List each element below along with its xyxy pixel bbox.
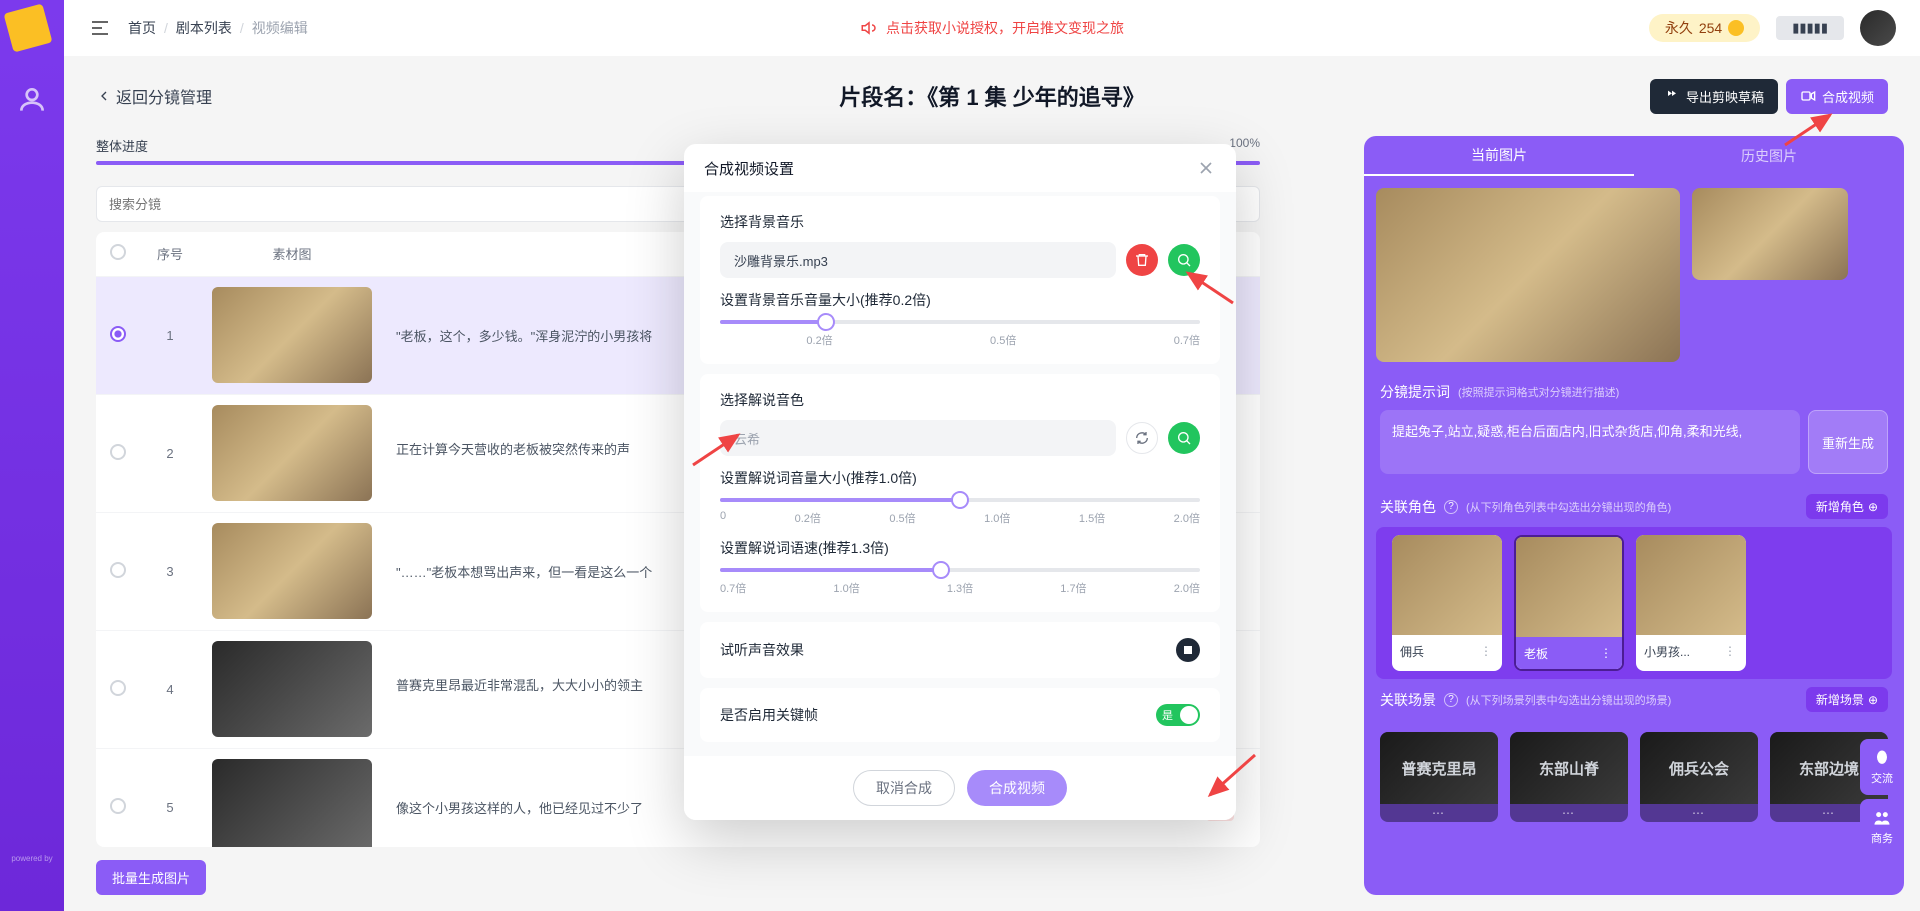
voice-speed-slider[interactable]	[720, 568, 1200, 572]
tick-label: 0.2倍	[806, 332, 832, 348]
tick-label: 0.5倍	[889, 510, 915, 526]
voice-refresh-button[interactable]	[1126, 422, 1158, 454]
voice-label: 选择解说音色	[720, 390, 1200, 410]
preview-stop-button[interactable]	[1176, 638, 1200, 662]
tick-label: 0.7倍	[1174, 332, 1200, 348]
voice-volume-slider[interactable]	[720, 498, 1200, 502]
bgm-file-input[interactable]	[720, 242, 1116, 278]
preview-label: 试听声音效果	[720, 640, 804, 660]
keyframe-toggle[interactable]: 是	[1156, 704, 1200, 726]
tick-label: 0	[720, 510, 726, 526]
voice-settings-card: 选择解说音色 设置解说词音量大小(推荐1.0倍) 0 0.2倍 0.5倍 1.0…	[700, 374, 1220, 612]
voice-select-input[interactable]	[720, 420, 1116, 456]
tick-label: 0.5倍	[990, 332, 1016, 348]
voice-volume-label: 设置解说词音量大小(推荐1.0倍)	[720, 468, 1200, 488]
bgm-delete-button[interactable]	[1126, 244, 1158, 276]
bgm-volume-label: 设置背景音乐音量大小(推荐0.2倍)	[720, 290, 1200, 310]
tick-label: 1.7倍	[1060, 580, 1086, 596]
synthesize-settings-modal: 合成视频设置 选择背景音乐 设置背景音乐音量大小(推荐0.2倍)	[684, 144, 1236, 820]
tick-label: 2.0倍	[1174, 510, 1200, 526]
search-icon	[1176, 252, 1192, 268]
tick-label: 1.0倍	[984, 510, 1010, 526]
keyframe-card: 是否启用关键帧 是	[700, 688, 1220, 742]
tick-label: 0.2倍	[795, 510, 821, 526]
modal-title: 合成视频设置	[704, 158, 794, 179]
tick-label: 0.7倍	[720, 580, 746, 596]
search-icon	[1176, 430, 1192, 446]
voice-search-button[interactable]	[1168, 422, 1200, 454]
confirm-synthesize-button[interactable]: 合成视频	[967, 770, 1067, 806]
preview-card: 试听声音效果	[700, 622, 1220, 678]
tick-label: 1.3倍	[947, 580, 973, 596]
bgm-label: 选择背景音乐	[720, 212, 1200, 232]
modal-close-button[interactable]	[1196, 158, 1216, 178]
bgm-settings-card: 选择背景音乐 设置背景音乐音量大小(推荐0.2倍) 0.2倍 0.5倍 0.7倍	[700, 196, 1220, 364]
keyframe-label: 是否启用关键帧	[720, 705, 818, 725]
bgm-search-button[interactable]	[1168, 244, 1200, 276]
refresh-icon	[1134, 430, 1150, 446]
bgm-volume-slider[interactable]	[720, 320, 1200, 324]
trash-icon	[1134, 252, 1150, 268]
tick-label: 2.0倍	[1174, 580, 1200, 596]
tick-label: 1.0倍	[833, 580, 859, 596]
voice-speed-label: 设置解说词语速(推荐1.3倍)	[720, 538, 1200, 558]
tick-label: 1.5倍	[1079, 510, 1105, 526]
cancel-synthesize-button[interactable]: 取消合成	[853, 770, 955, 806]
